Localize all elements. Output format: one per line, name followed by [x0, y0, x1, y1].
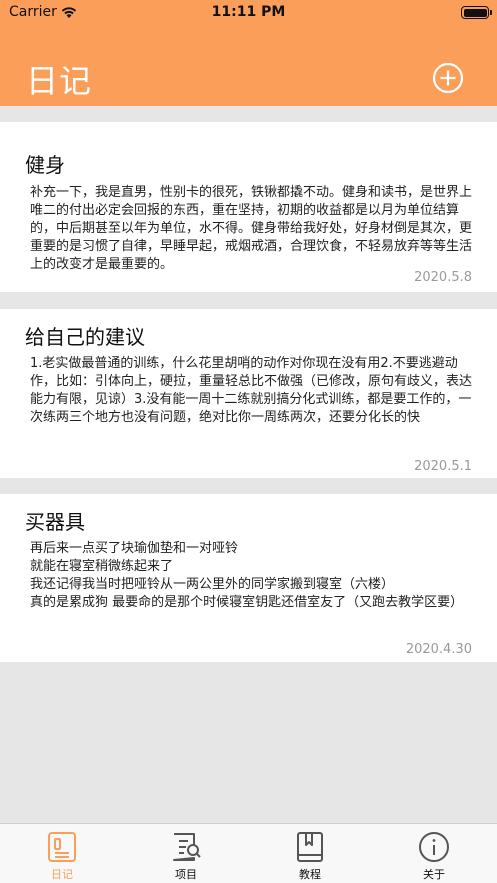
entry-body: 补充一下，我是直男，性别卡的很死，铁锹都撬不动。健身和读书，是世界上唯二的付出必… — [30, 185, 473, 272]
diary-card[interactable]: 给自己的建议 1.老实做最普通的训练，什么花里胡哨的动作对你现在没有用2.不要逃… — [0, 309, 497, 478]
entry-body: 1.老实做最普通的训练，什么花里胡哨的动作对你现在没有用2.不要逃避动作，比如：… — [30, 356, 473, 425]
status-bar: Carrier 11:11 PM — [0, 0, 497, 26]
entry-title: 买器具 — [25, 510, 85, 534]
info-icon — [419, 832, 449, 862]
tab-label: 教程 — [299, 868, 321, 881]
diary-card[interactable]: 健身 补充一下，我是直男，性别卡的很死，铁锹都撬不动。健身和读书，是世界上唯二的… — [0, 122, 497, 292]
entry-date: 2020.5.8 — [414, 270, 472, 285]
tab-about[interactable]: 关于 — [372, 824, 496, 883]
tab-tutorial[interactable]: 教程 — [248, 824, 372, 883]
entry-date: 2020.5.1 — [414, 459, 472, 474]
entry-date: 2020.4.30 — [405, 642, 472, 657]
diary-card[interactable]: 买器具 再后来一点买了块瑜伽垫和一对哑铃 就能在寝室稍微练起来了 我还记得我当时… — [0, 494, 497, 662]
tab-bar: 日记 项目 教程 关于 — [0, 823, 497, 883]
entry-body: 再后来一点买了块瑜伽垫和一对哑铃 就能在寝室稍微练起来了 我还记得我当时把哑铃从… — [30, 541, 464, 610]
entry-title: 健身 — [25, 153, 65, 177]
tab-label: 项目 — [175, 868, 197, 881]
clock: 11:11 PM — [211, 4, 286, 20]
tab-label: 日记 — [51, 868, 73, 881]
book-icon — [297, 832, 323, 862]
add-entry-button[interactable] — [432, 62, 464, 94]
diary-icon — [48, 832, 76, 862]
nav-header: Carrier 11:11 PM 日记 — [0, 0, 497, 106]
tab-diary[interactable]: 日记 — [0, 824, 124, 883]
page-title: 日记 — [26, 62, 93, 100]
battery-icon — [461, 6, 492, 19]
project-icon — [173, 833, 201, 861]
tab-label: 关于 — [423, 868, 445, 881]
entry-title: 给自己的建议 — [25, 325, 145, 349]
tab-project[interactable]: 项目 — [124, 824, 248, 883]
